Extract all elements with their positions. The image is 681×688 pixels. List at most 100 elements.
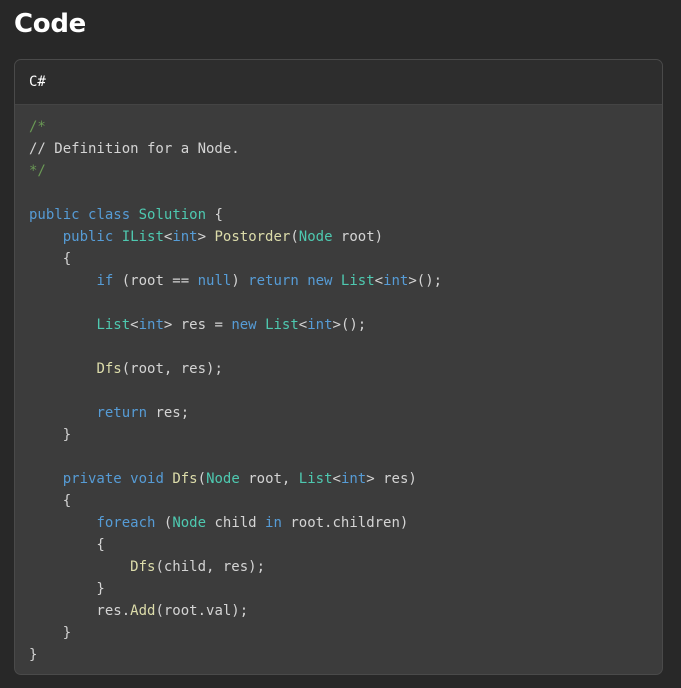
code-token-text: res.: [29, 603, 131, 619]
code-token-keyword: private: [62, 471, 122, 487]
code-token-text: > res =: [163, 317, 232, 333]
code-token-text: res;: [147, 405, 190, 421]
code-token-type: Node: [206, 471, 240, 487]
code-token-text: >: [197, 229, 215, 245]
code-token-text: {: [29, 251, 72, 267]
code-line: {: [29, 534, 662, 556]
code-token-text: <: [298, 317, 308, 333]
code-line: /*: [29, 116, 662, 138]
code-token-keyword: int: [340, 471, 367, 487]
code-token-text: (root.val);: [155, 603, 249, 619]
code-line: private void Dfs(Node root, List<int> re…: [29, 468, 662, 490]
code-token-function: Add: [130, 603, 156, 619]
code-token-text: root.children): [281, 515, 409, 531]
code-token-text: (: [197, 471, 207, 487]
code-line: public class Solution {: [29, 204, 662, 226]
code-token-keyword: new: [307, 273, 333, 289]
code-token-function: Postorder: [214, 229, 291, 245]
code-token-text: }: [29, 647, 38, 663]
code-token-keyword: return: [96, 405, 148, 421]
code-token-keyword: if: [96, 273, 114, 289]
code-token-text: (child, res);: [155, 559, 266, 575]
code-token-type: List: [298, 471, 333, 487]
code-token-text: >();: [408, 273, 443, 289]
code-line: if (root == null) return new List<int>()…: [29, 270, 662, 292]
code-token-type: IList: [121, 229, 164, 245]
code-token-keyword: public: [62, 229, 114, 245]
code-token-keyword: foreach: [96, 515, 156, 531]
code-block-header: C#: [15, 60, 662, 105]
code-line: Dfs(root, res);: [29, 358, 662, 380]
code-token-text: child: [206, 515, 266, 531]
code-token-keyword: in: [265, 515, 282, 531]
code-token-text: {: [29, 493, 72, 509]
code-token-text: >();: [332, 317, 367, 333]
code-token-function: Dfs: [172, 471, 198, 487]
code-token-type: Node: [172, 515, 207, 531]
code-token-keyword: int: [172, 229, 198, 245]
code-line: {: [29, 248, 662, 270]
code-token-text: <: [374, 273, 384, 289]
code-line: }: [29, 644, 662, 666]
language-label: C#: [29, 74, 46, 90]
code-token-type: Node: [298, 229, 333, 245]
code-token-type: Solution: [138, 207, 207, 223]
code-line: return res;: [29, 402, 662, 424]
code-line: Dfs(child, res);: [29, 556, 662, 578]
code-line: public IList<int> Postorder(Node root): [29, 226, 662, 248]
code-token-text: }: [29, 625, 72, 641]
code-token-keyword: null: [197, 273, 232, 289]
code-token-text: (root, res);: [121, 361, 223, 377]
code-block: C# /* // Definition for a Node. */ public c…: [14, 59, 663, 675]
code-token-text: root,: [239, 471, 299, 487]
code-token-type: List: [340, 273, 375, 289]
code-token-text: }: [29, 581, 105, 597]
code-token-text: (root ==: [113, 273, 198, 289]
code-token-keyword: int: [383, 273, 409, 289]
code-token-text: > res): [366, 471, 417, 487]
code-token-text: ): [231, 273, 249, 289]
code-token-keyword: public: [29, 207, 80, 223]
code-content[interactable]: /* // Definition for a Node. */ public clas…: [15, 105, 662, 666]
code-token-type: List: [265, 317, 299, 333]
code-line: res.Add(root.val);: [29, 600, 662, 622]
code-line: {: [29, 490, 662, 512]
code-token-keyword: void: [130, 471, 164, 487]
code-line: }: [29, 424, 662, 446]
code-token-keyword: new: [231, 317, 257, 333]
code-line: foreach (Node child in root.children): [29, 512, 662, 534]
code-token-text: (: [155, 515, 173, 531]
code-token-text: {: [29, 537, 105, 553]
code-token-text: {: [206, 207, 223, 223]
code-token-text: <: [130, 317, 139, 333]
code-line: // Definition for a Node.: [29, 138, 662, 160]
code-token-text: (: [290, 229, 299, 245]
code-token-text: <: [332, 471, 341, 487]
code-line: List<int> res = new List<int>();: [29, 314, 662, 336]
code-token-keyword: return: [248, 273, 299, 289]
code-token-keyword: int: [138, 317, 164, 333]
code-token-text: root): [332, 229, 384, 245]
code-token-text: }: [29, 427, 72, 443]
code-token-keyword: class: [88, 207, 131, 223]
code-token-comment: */: [29, 163, 46, 179]
